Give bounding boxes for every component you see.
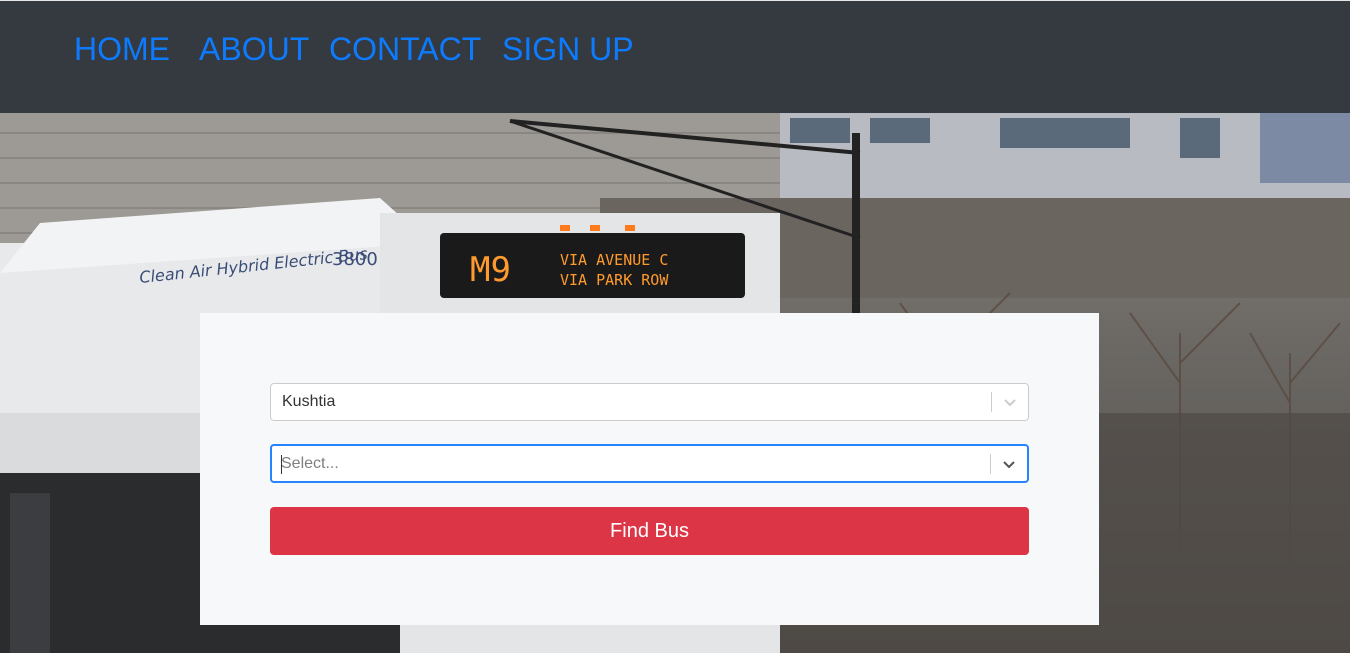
nav-contact-link[interactable]: CONTACT xyxy=(329,29,481,69)
bus-sign-line1: VIA AVENUE C xyxy=(560,251,668,269)
bus-search-card: Kushtia Select... Find Bus xyxy=(200,313,1099,625)
bus-sign-line2: VIA PARK ROW xyxy=(560,271,669,289)
to-location-placeholder: Select... xyxy=(281,455,339,472)
select-separator xyxy=(990,454,991,474)
nav-about-link[interactable]: ABOUT xyxy=(199,29,309,69)
to-location-select[interactable]: Select... xyxy=(270,444,1029,483)
top-navbar: HOME ABOUT CONTACT SIGN UP xyxy=(0,0,1350,113)
find-bus-button[interactable]: Find Bus xyxy=(270,507,1029,555)
bus-number-text: 3800 xyxy=(332,249,378,270)
chevron-down-icon[interactable] xyxy=(1000,392,1020,412)
chevron-down-icon[interactable] xyxy=(999,454,1019,474)
from-location-value: Kushtia xyxy=(282,393,336,410)
bus-route-sign: M9 xyxy=(470,250,511,290)
nav-signup-link[interactable]: SIGN UP xyxy=(502,29,634,69)
from-location-select[interactable]: Kushtia xyxy=(270,383,1029,421)
select-separator xyxy=(991,392,992,412)
nav-home-link[interactable]: HOME xyxy=(74,29,170,69)
